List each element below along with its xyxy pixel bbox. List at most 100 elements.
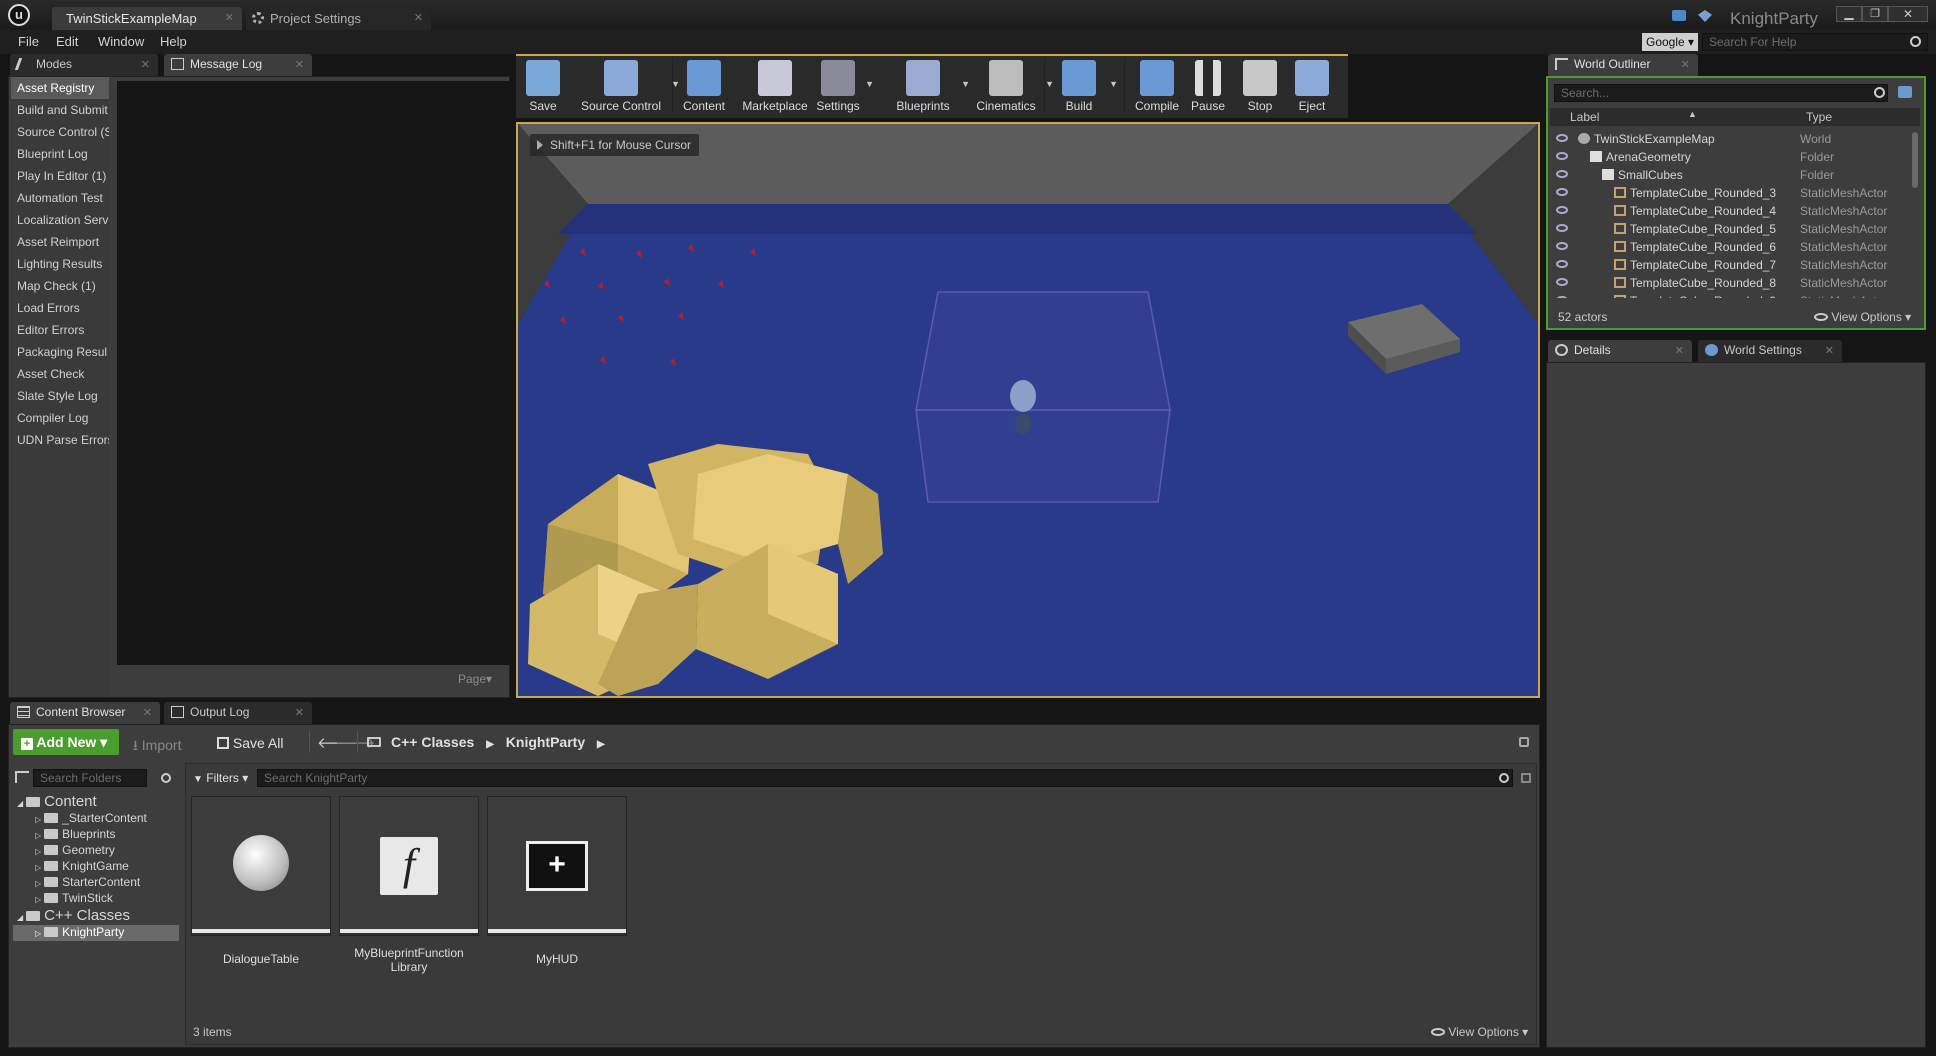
collapsed-arrow-icon[interactable]: ▷	[35, 879, 41, 888]
folder-path-icon[interactable]	[367, 737, 381, 747]
log-category-item[interactable]: Automation Test	[11, 187, 109, 209]
collapsed-arrow-icon[interactable]: ▷	[35, 863, 41, 872]
unreal-logo-icon[interactable]: u	[8, 4, 30, 26]
marketplace-button[interactable]: Marketplace	[740, 57, 810, 115]
close-icon[interactable]: ✕	[143, 706, 152, 719]
log-category-item[interactable]: Slate Style Log	[11, 385, 109, 407]
collapsed-arrow-icon[interactable]: ▷	[35, 895, 41, 904]
log-category-item[interactable]: Lighting Results	[11, 253, 109, 275]
filters-button[interactable]: ▼ Filters ▾	[193, 771, 248, 785]
visibility-eye-icon[interactable]	[1556, 170, 1568, 178]
menu-edit[interactable]: Edit	[56, 34, 78, 49]
stop-button[interactable]: Stop	[1238, 57, 1282, 115]
tab-details[interactable]: Details ✕	[1548, 340, 1692, 362]
search-icon[interactable]	[1910, 36, 1921, 47]
log-category-item[interactable]: Packaging Resul	[11, 341, 109, 363]
folder-tree-item[interactable]: ▷ StarterContent	[13, 875, 179, 891]
tab-project-settings[interactable]: Project Settings ✕	[246, 7, 431, 30]
close-icon[interactable]: ✕	[295, 706, 304, 719]
folder-tree-item[interactable]: ◢ Content	[13, 793, 179, 811]
log-category-item[interactable]: Compiler Log	[11, 407, 109, 429]
log-category-item[interactable]: Load Errors	[11, 297, 109, 319]
folder-tree-item[interactable]: ▷ Geometry	[13, 843, 179, 859]
import-button[interactable]: ⭳ Import	[133, 735, 181, 759]
lock-icon[interactable]	[1519, 737, 1529, 747]
pause-button[interactable]: Pause	[1186, 57, 1230, 115]
close-icon[interactable]: ✕	[225, 11, 234, 24]
visibility-eye-icon[interactable]	[1556, 278, 1568, 286]
close-icon[interactable]: ✕	[1681, 58, 1690, 71]
collapsed-arrow-icon[interactable]: ▷	[35, 831, 41, 840]
folder-tree-item[interactable]: ▷ _StarterContent	[13, 811, 179, 827]
build-button[interactable]: Build ▼	[1048, 57, 1118, 115]
visibility-eye-icon[interactable]	[1556, 134, 1568, 142]
tab-world-settings[interactable]: World Settings ✕	[1698, 340, 1842, 362]
log-category-item[interactable]: Build and Submit	[11, 99, 109, 121]
tab-twinstick-map[interactable]: TwinStickExampleMap ✕	[52, 7, 242, 30]
visibility-eye-icon[interactable]	[1556, 260, 1568, 268]
content-button[interactable]: Content	[676, 57, 732, 115]
outliner-row[interactable]: SmallCubes Folder	[1550, 166, 1908, 184]
source-control-button[interactable]: Source Control ▼	[570, 57, 680, 115]
page-dropdown[interactable]: Page▾	[458, 672, 492, 686]
settings-button[interactable]: Settings ▼	[810, 57, 874, 115]
tab-message-log[interactable]: Message Log ✕	[164, 54, 312, 76]
col-label-header[interactable]: Label	[1570, 110, 1599, 124]
add-actor-icon[interactable]	[1898, 86, 1912, 98]
outliner-scrollbar[interactable]	[1912, 132, 1918, 188]
search-icon[interactable]	[1874, 87, 1885, 98]
outliner-row[interactable]: TemplateCube_Rounded_6 StaticMeshActor	[1550, 238, 1908, 256]
outliner-search-input[interactable]: Search...	[1554, 84, 1888, 102]
folder-tree-item[interactable]: ▷ KnightParty	[13, 925, 179, 941]
outliner-row[interactable]: TemplateCube_Rounded_3 StaticMeshActor	[1550, 184, 1908, 202]
breadcrumb-chevron-icon[interactable]: ▶	[597, 739, 605, 750]
minimize-button[interactable]: ▁	[1836, 6, 1862, 22]
close-icon[interactable]: ✕	[1825, 344, 1834, 357]
breadcrumb-knightparty[interactable]: KnightParty	[506, 734, 585, 750]
close-window-button[interactable]: ✕	[1888, 6, 1928, 22]
outliner-row[interactable]: TemplateCube_Rounded_7 StaticMeshActor	[1550, 256, 1908, 274]
breadcrumb-cpp-classes[interactable]: C++ Classes	[391, 734, 474, 750]
content-view-options[interactable]: View Options ▾	[1431, 1025, 1528, 1039]
log-category-item[interactable]: Editor Errors	[11, 319, 109, 341]
tab-world-outliner[interactable]: World Outliner ✕	[1548, 54, 1698, 76]
outliner-row[interactable]: TemplateCube_Rounded_5 StaticMeshActor	[1550, 220, 1908, 238]
close-icon[interactable]: ✕	[1675, 344, 1684, 357]
tab-modes[interactable]: Modes ✕	[10, 54, 158, 76]
chevron-down-icon[interactable]: ▼	[865, 79, 874, 89]
notification-icon[interactable]	[1698, 10, 1712, 22]
log-category-item[interactable]: Map Check (1)	[11, 275, 109, 297]
folder-tree-item[interactable]: ▷ TwinStick	[13, 891, 179, 907]
outliner-row[interactable]: TwinStickExampleMap World	[1550, 130, 1908, 148]
folder-tree-item[interactable]: ▷ KnightGame	[13, 859, 179, 875]
menu-file[interactable]: File	[18, 34, 39, 49]
log-category-item[interactable]: Asset Reimport	[11, 231, 109, 253]
outliner-row[interactable]: ArenaGeometry Folder	[1550, 148, 1908, 166]
search-icon[interactable]	[161, 773, 171, 783]
log-category-item[interactable]: Play In Editor (1)	[11, 165, 109, 187]
visibility-eye-icon[interactable]	[1556, 152, 1568, 160]
add-new-button[interactable]: + Add New ▾	[13, 729, 119, 755]
close-icon[interactable]: ✕	[414, 11, 423, 24]
outliner-row[interactable]: TemplateCube_Rounded_8 StaticMeshActor	[1550, 274, 1908, 292]
menu-window[interactable]: Window	[98, 34, 144, 49]
tab-content-browser[interactable]: Content Browser ✕	[10, 702, 160, 724]
collapsed-arrow-icon[interactable]: ▷	[35, 929, 41, 938]
blueprints-button[interactable]: Blueprints ▼	[884, 57, 970, 115]
outliner-row[interactable]: TemplateCube_Rounded_9 StaticMeshActor	[1550, 292, 1908, 298]
tab-output-log[interactable]: Output Log ✕	[164, 702, 312, 724]
visibility-eye-icon[interactable]	[1556, 242, 1568, 250]
folder-tree-item[interactable]: ▷ Blueprints	[13, 827, 179, 843]
log-category-item[interactable]: UDN Parse Errors	[11, 429, 109, 451]
asset-tile[interactable]	[191, 796, 331, 936]
help-search-input[interactable]: Search For Help	[1702, 33, 1928, 51]
search-provider-dropdown[interactable]: Google ▾	[1642, 33, 1698, 51]
close-icon[interactable]: ✕	[295, 58, 304, 71]
save-search-icon[interactable]	[1521, 773, 1531, 783]
search-assets-input[interactable]: Search KnightParty	[257, 769, 1513, 787]
log-category-item[interactable]: Asset Registry	[11, 77, 109, 99]
search-folders-input[interactable]: Search Folders	[33, 769, 147, 787]
visibility-eye-icon[interactable]	[1556, 224, 1568, 232]
visibility-eye-icon[interactable]	[1556, 206, 1568, 214]
log-category-item[interactable]: Asset Check	[11, 363, 109, 385]
